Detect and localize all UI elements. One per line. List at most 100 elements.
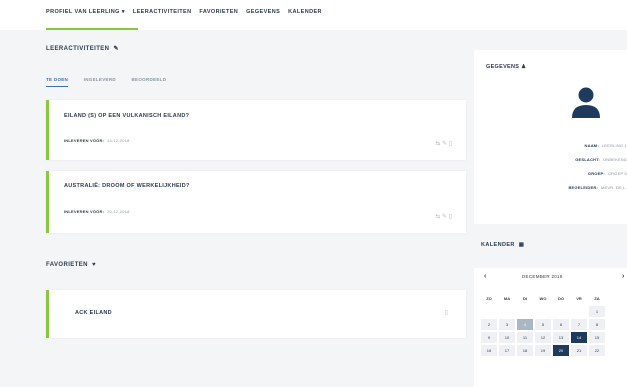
info-row-geslacht: GESLACHT: ONBEKEND — [575, 157, 627, 162]
share-icon[interactable]: ⇆ — [435, 141, 440, 147]
user-icon — [572, 87, 600, 118]
calendar-empty-cell — [499, 306, 515, 317]
calendar-day[interactable]: 18 — [517, 345, 533, 356]
weekday-label: ZA — [594, 296, 600, 301]
pencil-icon[interactable]: ✎ — [113, 46, 118, 52]
nav-item-leeractiviteiten[interactable]: LEERACTIVITEITEN — [133, 9, 192, 15]
weekday-label: DO — [558, 296, 564, 301]
card-actions: ▯ — [445, 309, 448, 316]
gegevens-panel: GEGEVENS ♟ NAAM: LEERLING 1 GESLACHT: ONBE… — [474, 50, 627, 224]
calendar-day[interactable]: 17 — [499, 345, 515, 356]
trash-icon[interactable]: ▯ — [445, 310, 448, 316]
calendar-day[interactable]: 14 — [571, 332, 587, 343]
info-row-naam: NAAM: LEERLING 1 — [585, 143, 627, 148]
due-date: 14-12-2018 — [107, 138, 130, 143]
tab-te-doen[interactable]: TE DOEN — [46, 77, 69, 87]
kalender-heading: KALENDER ▦ — [481, 242, 524, 248]
leeractiviteiten-title: LEERACTIVITEITEN — [46, 46, 110, 52]
gegevens-heading: GEGEVENS ♟ — [486, 64, 526, 70]
weekday-label: DI — [523, 296, 527, 301]
card-actions: ⇆ ✎ ▯ — [435, 213, 452, 220]
info-row-groep: GROEP: GROEP 5 — [588, 171, 627, 176]
tab-beoordeeld[interactable]: BEOORDEELD — [132, 77, 167, 86]
activity-title[interactable]: AUSTRALIË: DROOM OF WERKELIJKHEID? — [64, 183, 190, 189]
activity-tabs: TE DOEN INGELEVERD BEOORDEELD — [46, 77, 180, 87]
heart-icon: ♥ — [91, 262, 96, 268]
edit-icon[interactable]: ✎ — [442, 214, 447, 220]
calendar-day[interactable]: 2 — [481, 319, 497, 330]
nav-menu: PROFIEL VAN LEERLING ▾ LEERACTIVITEITEN … — [46, 9, 328, 15]
tab-ingeleverd[interactable]: INGELEVERD — [84, 77, 116, 86]
calendar-day[interactable]: 3 — [499, 319, 515, 330]
calendar-empty-cell — [481, 306, 497, 317]
trash-icon[interactable]: ▯ — [449, 214, 452, 220]
weekday-label: VR — [576, 296, 582, 301]
info-value: LEERLING 1 — [601, 143, 627, 148]
activity-title[interactable]: EILAND (S) OP EEN VULKANISCH EILAND? — [64, 113, 189, 119]
prev-month-button[interactable]: ‹ — [484, 273, 487, 280]
favorieten-heading: FAVORIETEN ♥ — [46, 262, 96, 268]
favorite-title[interactable]: ACK EILAND — [75, 310, 112, 316]
info-label: GROEP: — [587, 171, 605, 176]
calendar-day[interactable]: 21 — [571, 345, 587, 356]
activity-card[interactable]: AUSTRALIË: DROOM OF WERKELIJKHEID? INLEV… — [46, 171, 466, 233]
card-actions: ⇆ ✎ ▯ — [435, 140, 452, 147]
info-value: GROEP 5 — [607, 171, 627, 176]
trash-icon[interactable]: ▯ — [449, 141, 452, 147]
info-label: BEGELEIDER: — [568, 185, 599, 190]
calendar-day[interactable]: 7 — [571, 319, 587, 330]
gegevens-title: GEGEVENS — [486, 64, 520, 70]
calendar-day[interactable]: 19 — [535, 345, 551, 356]
calendar-empty-cell — [553, 306, 569, 317]
nav-item-profiel[interactable]: PROFIEL VAN LEERLING ▾ — [46, 9, 125, 15]
share-icon[interactable]: ⇆ — [435, 214, 440, 220]
activity-card[interactable]: EILAND (S) OP EEN VULKANISCH EILAND? INL… — [46, 100, 466, 160]
info-row-begeleider: BEGELEIDER: MEVR. DE L. — [568, 185, 627, 190]
due-date: 20-12-2018 — [107, 209, 130, 214]
top-navigation: PROFIEL VAN LEERLING ▾ LEERACTIVITEITEN … — [0, 0, 627, 30]
due-label: INLEVEREN VÓÓR: — [64, 138, 105, 143]
calendar-empty-cell — [571, 306, 587, 317]
calendar-day[interactable]: 16 — [481, 345, 497, 356]
favorite-card[interactable]: ACK EILAND ▯ — [46, 290, 466, 338]
activity-due: INLEVEREN VÓÓR: 14-12-2018 — [64, 138, 130, 143]
calendar-day[interactable]: 5 — [535, 319, 551, 330]
nav-item-kalender[interactable]: KALENDER — [288, 9, 322, 15]
next-month-button[interactable]: › — [622, 273, 625, 280]
edit-icon[interactable]: ✎ — [442, 141, 447, 147]
calendar-day[interactable]: 22 — [589, 345, 605, 356]
calendar-day[interactable]: 10 — [499, 332, 515, 343]
calendar-icon: ▦ — [518, 242, 525, 248]
info-label: NAAM: — [584, 143, 599, 148]
calendar-day[interactable]: 4 — [517, 319, 533, 330]
calendar-grid: ZO MA DI WO DO VR ZA 1 2 3 4 5 6 7 8 9 10 11 12 13 14 15 16 17 1… — [480, 292, 606, 357]
calendar-day[interactable]: 1 — [589, 306, 605, 317]
activity-due: INLEVEREN VÓÓR: 20-12-2018 — [64, 209, 130, 214]
info-value: MEVR. DE L. — [601, 185, 627, 190]
info-value: ONBEKEND — [602, 157, 627, 162]
weekday-label: ZO — [486, 296, 492, 301]
calendar-day[interactable]: 12 — [535, 332, 551, 343]
weekday-label: MA — [503, 296, 511, 301]
calendar: ‹ DECEMBER 2018 › ZO MA DI WO DO VR ZA 1 2 3 4 5 6 7 8… — [474, 268, 627, 387]
due-label: INLEVEREN VÓÓR: — [64, 209, 105, 214]
nav-active-indicator — [46, 28, 138, 30]
calendar-day[interactable]: 15 — [589, 332, 605, 343]
weekday-label: WO — [539, 296, 547, 301]
month-label: DECEMBER 2018 — [522, 274, 563, 279]
nav-item-favorieten[interactable]: FAVORIETEN — [199, 9, 238, 15]
favorieten-title: FAVORIETEN — [46, 262, 88, 268]
calendar-day[interactable]: 13 — [553, 332, 569, 343]
calendar-day[interactable]: 9 — [481, 332, 497, 343]
calendar-day[interactable]: 11 — [517, 332, 533, 343]
calendar-empty-cell — [535, 306, 551, 317]
info-label: GESLACHT: — [575, 157, 600, 162]
calendar-day[interactable]: 6 — [553, 319, 569, 330]
leeractiviteiten-heading: LEERACTIVITEITEN ✎ — [46, 45, 119, 52]
user-small-icon: ♟ — [521, 64, 527, 70]
nav-item-gegevens[interactable]: GEGEVENS — [246, 9, 280, 15]
calendar-empty-cell — [517, 306, 533, 317]
calendar-day[interactable]: 8 — [589, 319, 605, 330]
kalender-title: KALENDER — [481, 242, 515, 248]
calendar-day[interactable]: 20 — [553, 345, 569, 356]
